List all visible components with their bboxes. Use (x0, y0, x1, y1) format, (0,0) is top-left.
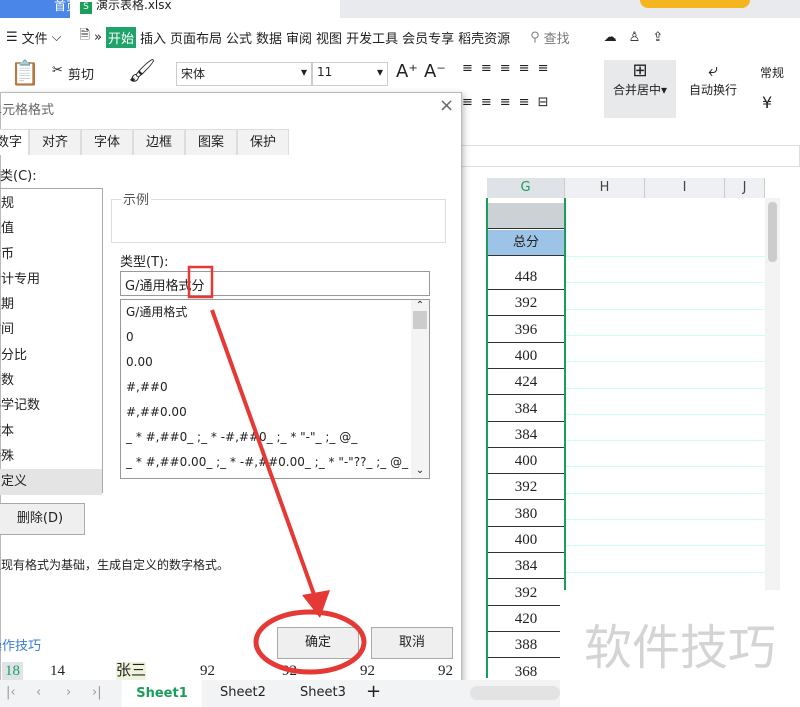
highlight-box (187, 265, 214, 299)
annotation-circle (253, 609, 367, 675)
annotation-layer (187, 265, 367, 675)
annotation-arrow-line (210, 309, 318, 601)
